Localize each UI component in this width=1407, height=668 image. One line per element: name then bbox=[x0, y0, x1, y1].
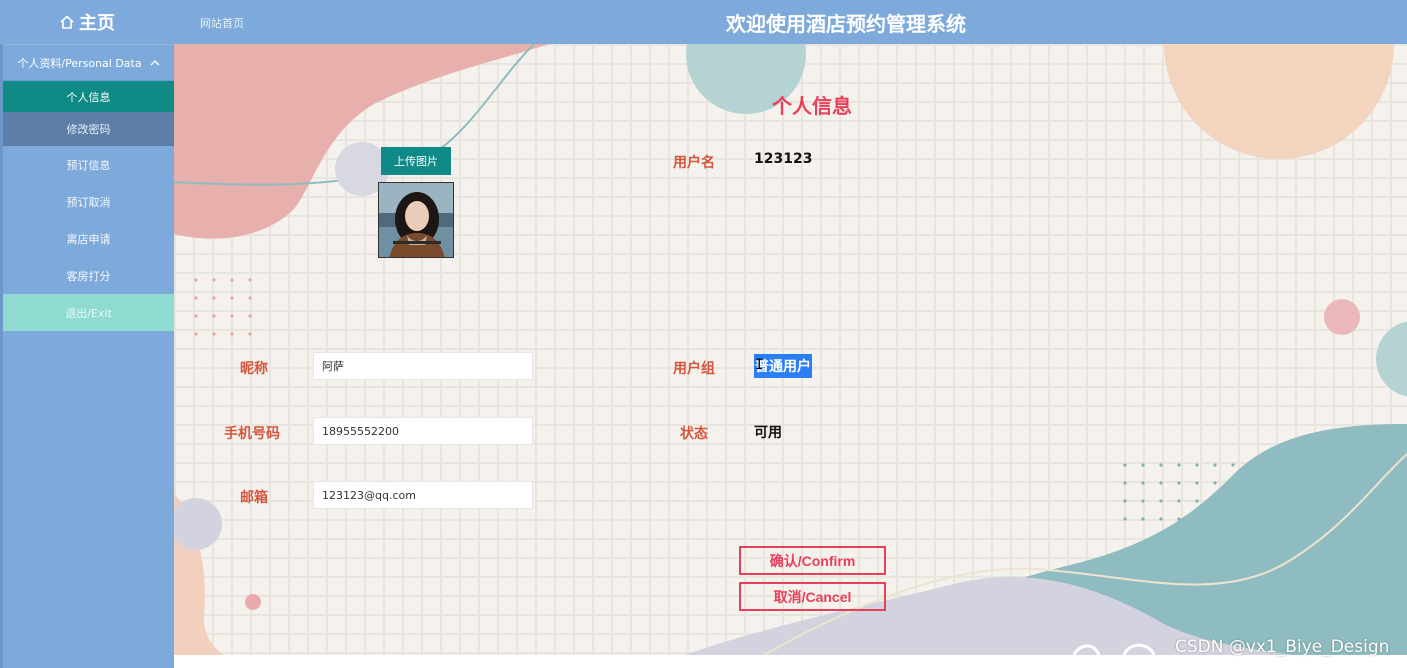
top-header: 主页 网站首页 欢迎使用酒店预约管理系统 bbox=[0, 0, 1407, 44]
breadcrumb-home[interactable]: 网站首页 bbox=[200, 15, 244, 31]
phone-input[interactable]: 18955552200 bbox=[313, 417, 533, 445]
email-input[interactable]: 123123@qq.com bbox=[313, 481, 533, 509]
username-value: 123123 bbox=[754, 151, 813, 167]
sidebar-item-label: 退出/Exit bbox=[65, 306, 112, 320]
system-title: 欢迎使用酒店预约管理系统 bbox=[726, 12, 966, 36]
upload-image-button[interactable]: 上传图片 bbox=[381, 147, 451, 175]
cancel-button[interactable]: 取消/Cancel bbox=[739, 582, 886, 611]
home-link[interactable]: 主页 bbox=[0, 0, 174, 44]
sidebar-item-label: 个人信息 bbox=[66, 90, 111, 104]
home-label: 主页 bbox=[79, 13, 115, 34]
status-value: 可用 bbox=[754, 425, 782, 441]
sidebar-item-label: 客房打分 bbox=[66, 269, 111, 283]
sidebar-item-exit[interactable]: 退出/Exit bbox=[3, 294, 174, 331]
home-icon bbox=[60, 15, 74, 29]
chevron-up-icon bbox=[150, 59, 160, 65]
sidebar-item-checkout-request[interactable]: 离店申请 bbox=[3, 220, 174, 257]
sidebar-item-label: 离店申请 bbox=[66, 232, 111, 246]
watermark: CSDN @vx1_Biye_Design bbox=[1175, 637, 1390, 657]
page-title: 个人信息 bbox=[772, 94, 852, 118]
avatar[interactable] bbox=[378, 182, 454, 258]
sidebar-group-personal-data[interactable]: 个人资料/Personal Data bbox=[3, 44, 174, 81]
user-group-label: 用户组 bbox=[673, 361, 715, 377]
email-label: 邮箱 bbox=[240, 490, 268, 506]
username-label: 用户名 bbox=[673, 155, 715, 171]
status-label: 状态 bbox=[680, 426, 708, 442]
app-window: 主页 网站首页 欢迎使用酒店预约管理系统 个人资料/Personal Data … bbox=[0, 0, 1407, 668]
confirm-button[interactable]: 确认/Confirm bbox=[739, 546, 886, 575]
text-cursor-icon: I bbox=[755, 357, 764, 373]
avatar-photo bbox=[379, 183, 453, 257]
sidebar-item-booking-cancel[interactable]: 预订取消 bbox=[3, 183, 174, 220]
sidebar-group-label: 个人资料/Personal Data bbox=[17, 56, 142, 70]
sidebar-item-label: 预订信息 bbox=[66, 158, 111, 172]
phone-label: 手机号码 bbox=[224, 426, 280, 442]
sidebar-item-label: 修改密码 bbox=[66, 123, 111, 136]
nickname-label: 昵称 bbox=[240, 361, 268, 377]
sidebar-item-room-rating[interactable]: 客房打分 bbox=[3, 257, 174, 294]
main-content: 个人信息 上传图片 用户名 123123 昵称 阿萨 用户组 普通用户 手机号码… bbox=[174, 44, 1407, 655]
sidebar-item-label: 预订取消 bbox=[66, 195, 111, 209]
sidebar: 个人资料/Personal Data 个人信息 修改密码 预订信息 预订取消 离… bbox=[0, 44, 174, 668]
sidebar-item-change-password[interactable]: 修改密码 bbox=[3, 112, 174, 146]
sidebar-item-booking-info[interactable]: 预订信息 bbox=[3, 146, 174, 183]
nickname-input[interactable]: 阿萨 bbox=[313, 352, 533, 380]
sidebar-item-personal-info[interactable]: 个人信息 bbox=[3, 81, 174, 112]
